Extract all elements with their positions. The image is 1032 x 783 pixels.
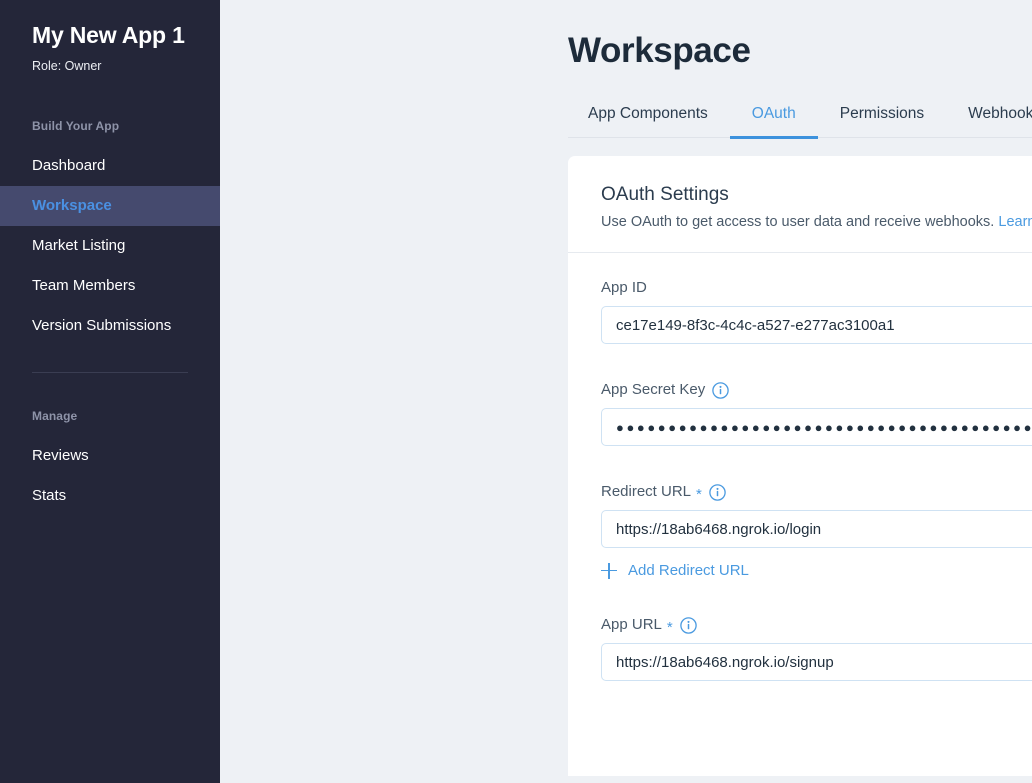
required-marker: * <box>666 618 673 636</box>
sidebar-item-reviews[interactable]: Reviews <box>0 436 220 476</box>
sidebar-item-label: Reviews <box>32 446 89 464</box>
redirect-url-input-shell: × <box>601 510 1032 549</box>
tab-webhooks[interactable]: Webhooks <box>946 105 1032 137</box>
sidebar-item-label: Team Members <box>32 276 136 294</box>
tab-label: OAuth <box>751 105 796 122</box>
app-url-input-shell: × <box>601 643 1032 682</box>
sidebar-item-stats[interactable]: Stats <box>0 476 220 516</box>
redirect-url-label-row: Redirect URL * <box>601 483 1032 503</box>
app-secret-input-shell <box>601 408 1032 447</box>
sidebar-section-build: Build Your App <box>32 118 120 133</box>
tab-oauth[interactable]: OAuth <box>729 105 818 139</box>
app-title: My New App 1 <box>32 22 185 48</box>
sidebar-item-label: Market Listing <box>32 236 126 254</box>
sidebar: My New App 1 Role: Owner Build Your App … <box>0 0 220 783</box>
sidebar-divider <box>32 371 188 373</box>
sidebar-item-label: Version Submissions <box>32 316 172 334</box>
sidebar-item-workspace[interactable]: Workspace <box>0 185 220 226</box>
info-icon[interactable] <box>709 484 726 501</box>
card-subtitle-text: Use OAuth to get access to user data and… <box>601 214 995 230</box>
card-title: OAuth Settings <box>601 184 729 205</box>
redirect-url-input[interactable] <box>602 511 1032 548</box>
sidebar-item-label: Workspace <box>32 196 112 214</box>
sidebar-item-label: Dashboard <box>32 156 106 174</box>
app-root: My New App 1 Role: Owner Build Your App … <box>0 0 1032 783</box>
brand-block: My New App 1 Role: Owner <box>0 22 220 73</box>
app-id-input-row: × <box>601 306 1032 345</box>
app-id-input-shell: × <box>601 306 1032 345</box>
sidebar-item-dashboard[interactable]: Dashboard <box>0 146 220 186</box>
card-body: App ID × App Secret Key <box>568 253 1032 731</box>
app-secret-label: App Secret Key <box>601 381 706 399</box>
add-redirect-url-button[interactable]: Add Redirect URL <box>601 562 749 579</box>
field-app-secret-key: App Secret Key <box>601 381 1032 447</box>
field-app-url: App URL * × <box>601 616 1032 682</box>
field-redirect-url: Redirect URL * × <box>601 483 1032 579</box>
tab-label: App Components <box>588 105 708 122</box>
app-url-input-row: × <box>601 643 1032 682</box>
app-url-label-row: App URL * <box>601 616 1032 636</box>
learn-more-link[interactable]: Learn more <box>998 214 1032 230</box>
oauth-settings-card: OAuth Settings Use OAuth to get access t… <box>568 156 1032 776</box>
app-secret-label-row: App Secret Key <box>601 381 1032 399</box>
sidebar-build-list: Dashboard Workspace Market Listing Team … <box>0 146 220 346</box>
redirect-url-input-row: × <box>601 510 1032 549</box>
app-secret-input-row <box>601 408 1032 447</box>
card-header: OAuth Settings Use OAuth to get access t… <box>568 156 1032 254</box>
app-url-input[interactable] <box>602 644 1032 681</box>
sidebar-section-manage: Manage <box>32 408 78 423</box>
sidebar-item-team-members[interactable]: Team Members <box>0 266 220 306</box>
sidebar-item-version-submissions[interactable]: Version Submissions <box>0 306 220 346</box>
required-marker: * <box>696 485 702 503</box>
app-url-label: App URL <box>601 616 662 634</box>
page-title: Workspace <box>568 31 751 70</box>
app-id-input[interactable] <box>602 307 1032 344</box>
tab-label: Webhooks <box>968 105 1032 122</box>
app-secret-input[interactable] <box>602 409 1032 446</box>
sidebar-item-market-listing[interactable]: Market Listing <box>0 226 220 266</box>
sidebar-item-label: Stats <box>32 486 67 504</box>
redirect-url-label: Redirect URL <box>601 483 692 501</box>
tab-bar: App Components OAuth Permissions Webhook… <box>568 105 1032 139</box>
main-content: Workspace App Components OAuth Permissio… <box>220 0 1032 783</box>
app-id-label-row: App ID <box>601 279 1032 297</box>
tab-permissions[interactable]: Permissions <box>818 105 946 137</box>
add-redirect-url-label: Add Redirect URL <box>628 562 749 580</box>
card-subtitle: Use OAuth to get access to user data and… <box>601 212 1032 232</box>
field-app-id: App ID × <box>601 279 1032 345</box>
info-icon[interactable] <box>712 382 729 399</box>
info-icon[interactable] <box>679 617 697 634</box>
sidebar-manage-list: Reviews Stats <box>0 436 220 516</box>
tabs-wrapper: App Components OAuth Permissions Webhook… <box>220 105 1032 139</box>
plus-icon <box>601 562 617 579</box>
tab-app-components[interactable]: App Components <box>568 105 730 137</box>
tab-label: Permissions <box>839 105 925 122</box>
app-id-label: App ID <box>601 279 647 297</box>
app-role: Role: Owner <box>32 58 102 73</box>
